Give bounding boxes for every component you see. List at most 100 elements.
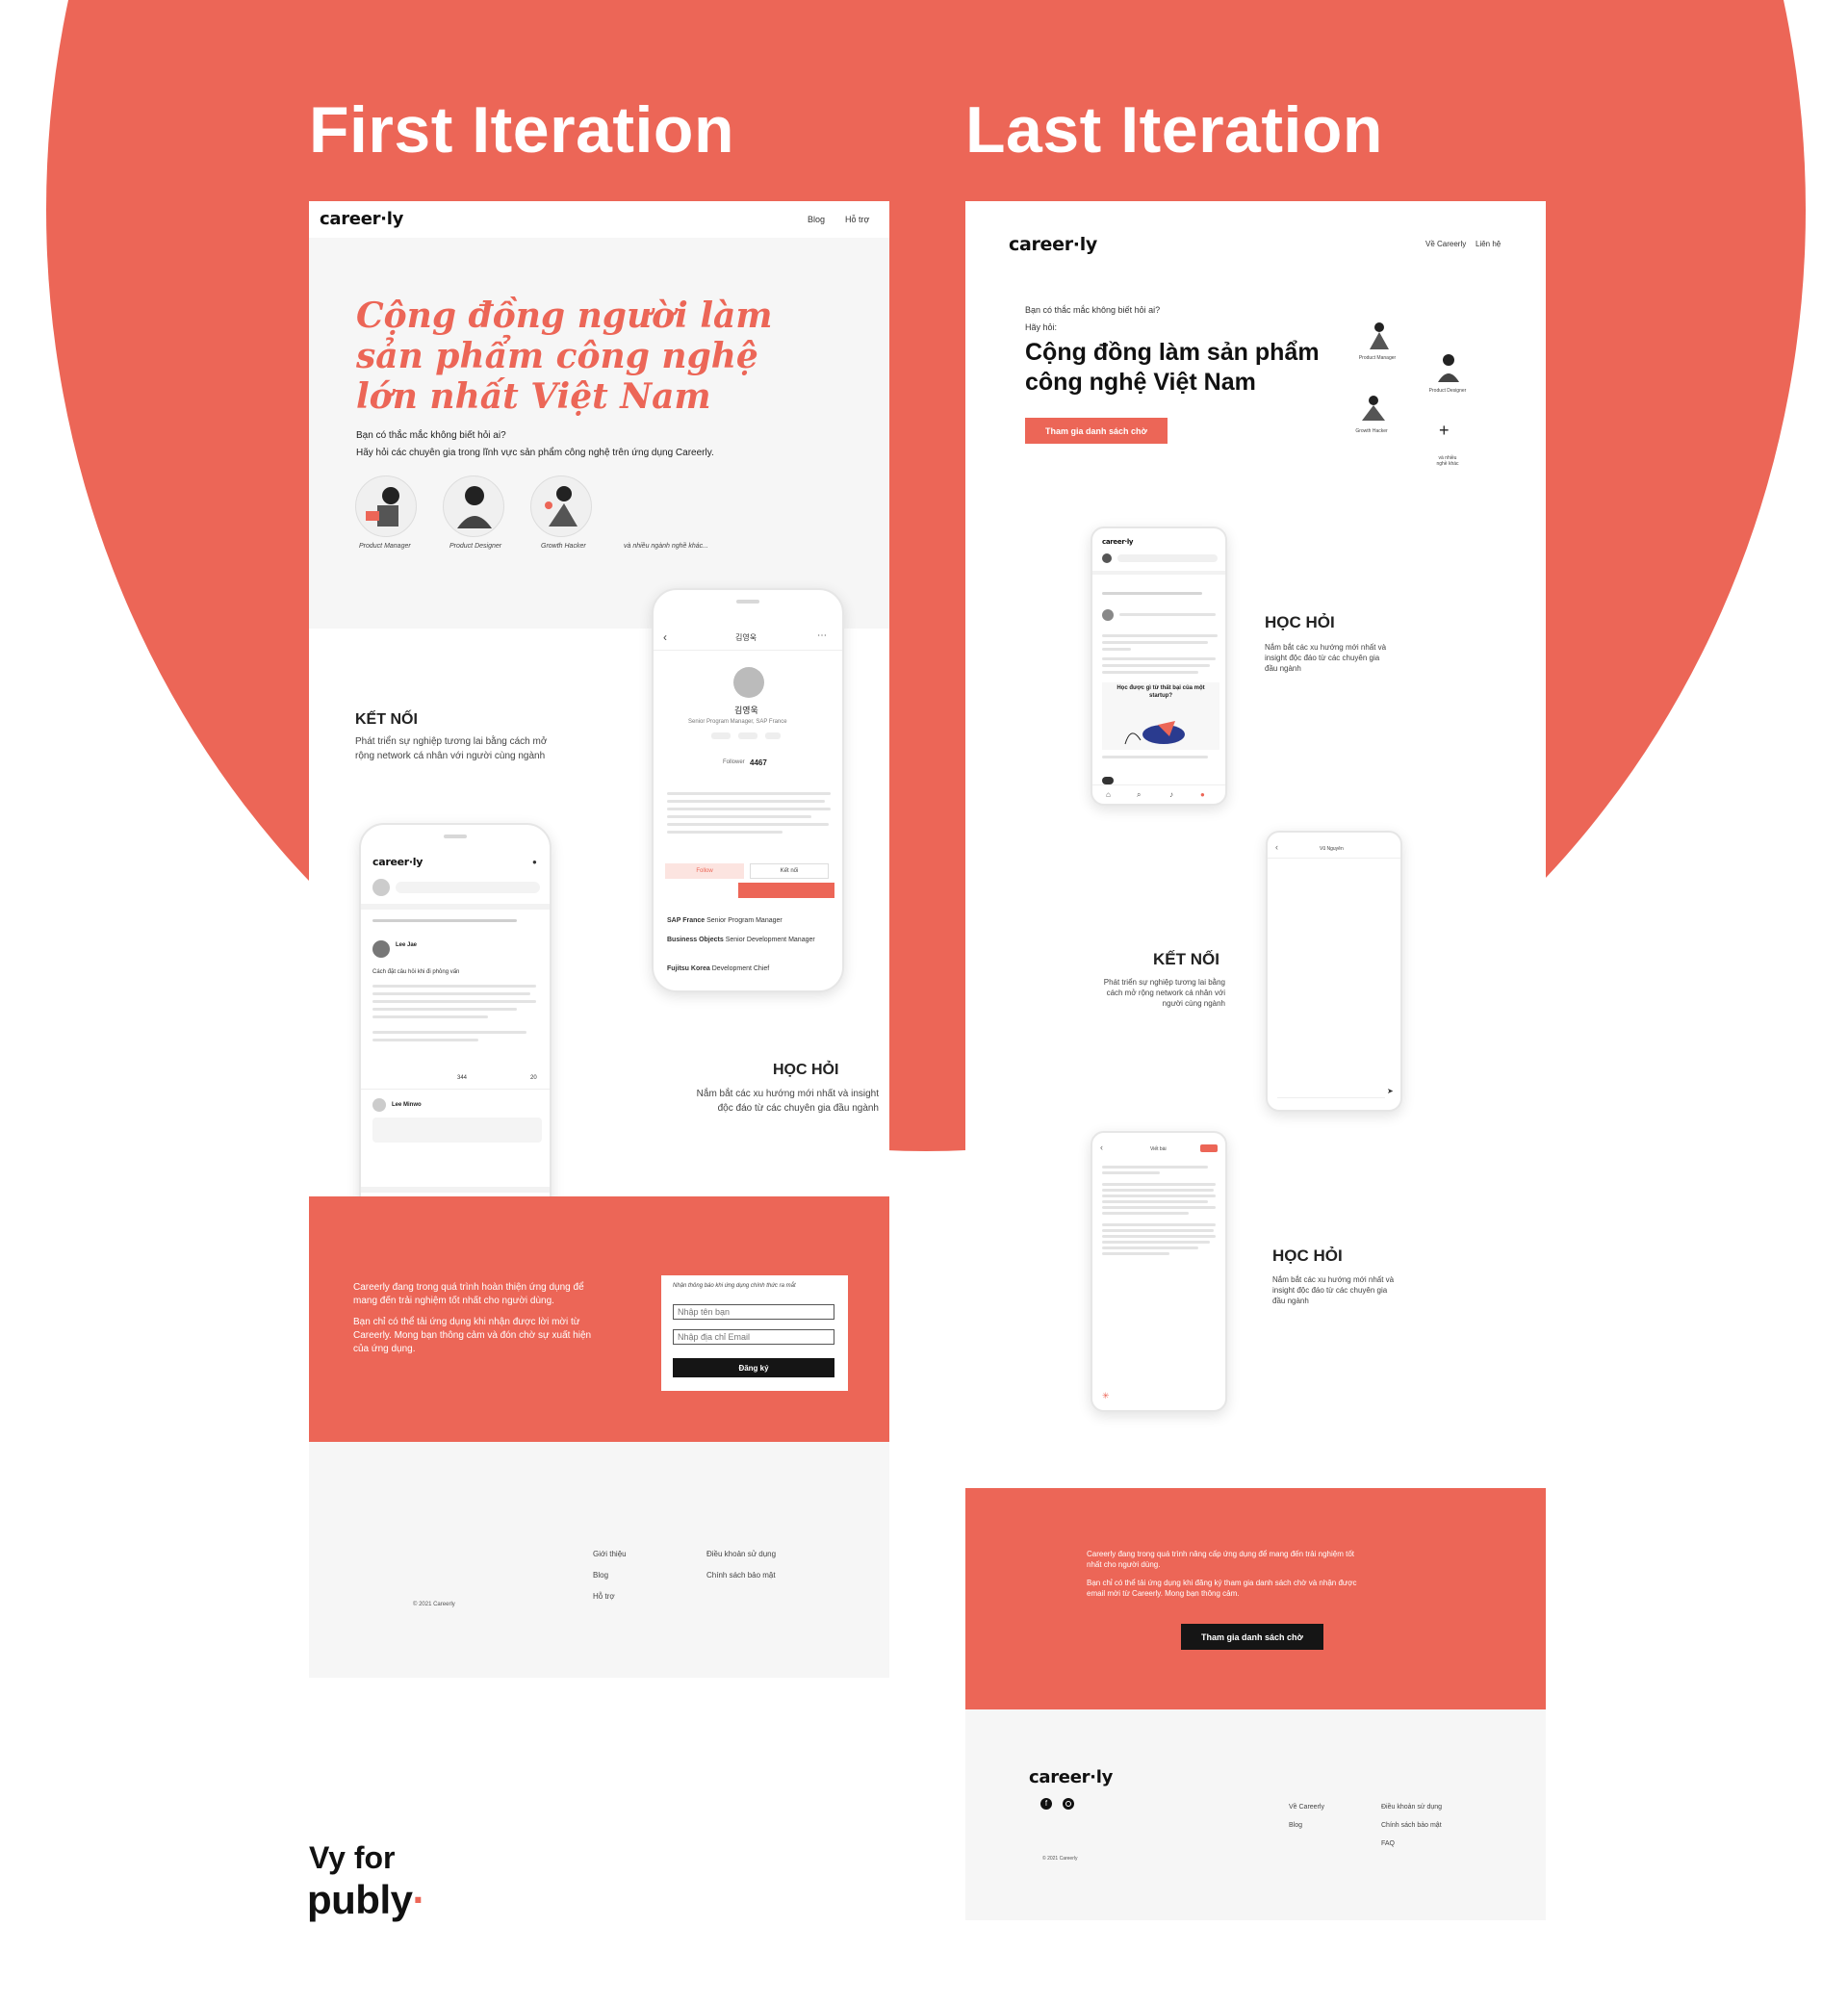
share-icon[interactable]: ⋯ [817,630,827,641]
stat-saves: 20 [530,1075,537,1081]
last-search-icon[interactable]: ⌕ [1137,790,1141,800]
last-feed-phone: career·ly Học được gì từ thất bại của mộ… [1091,527,1227,806]
facebook-icon[interactable]: f [1040,1798,1052,1810]
connect-tooltip [738,883,834,898]
stat-comments: 344 [457,1075,468,1081]
last-iteration-panel: career·ly Về Careerly Liên hệ Bạn có thắ… [965,201,1546,1920]
signup-button[interactable]: Đăng ký [673,1358,834,1377]
last-learn2-text: Nắm bắt các xu hướng mới nhất và insight… [1272,1275,1395,1305]
send-icon[interactable]: ➤ [1387,1087,1394,1095]
profile-name: 김영욱 [734,706,758,715]
experience-2: Business Objects Senior Development Mana… [667,937,815,943]
publy-logo: publy· [307,1877,426,1922]
last-logo[interactable]: career·ly [1009,234,1097,255]
footer-link-support[interactable]: Hỗ trợ [593,1586,627,1607]
feed-avatar [372,879,390,896]
signup-form: Nhận thông báo khi ứng dụng chính thức r… [661,1275,848,1391]
last-connect-text: Phát triển sự nghiệp tương lai bằng cách… [1103,978,1225,1008]
first-nav-blog[interactable]: Blog [808,215,825,224]
credit-line1: Vy for [309,1840,396,1875]
feed-logo: career·ly [372,856,424,868]
footer-link-terms[interactable]: Điều khoản sử dụng [706,1544,776,1565]
last-hero-ask: Hãy hỏi: [1025,322,1058,332]
last-hero-join-button[interactable]: Tham gia danh sách chờ [1025,418,1168,444]
first-iteration-panel: career·ly Blog Hỗ trợ Cộng đồng người là… [309,201,889,1678]
last-role-more: và nhiều nghề khác [1436,455,1459,467]
last-nav-about[interactable]: Về Careerly [1425,240,1466,248]
plus-icon: + [1439,421,1450,440]
form-title: Nhận thông báo khi ứng dụng chính thức r… [673,1283,796,1289]
chat-message-input[interactable] [1277,1089,1385,1098]
last-cta-text2: Bạn chỉ có thể tải ứng dụng khi đăng ký … [1087,1579,1357,1598]
feed-question-input[interactable] [396,882,540,893]
last-role-pm: Product Manager [1358,355,1397,361]
last-role-gh: Growth Hacker [1355,428,1388,434]
last-footer-link-terms[interactable]: Điều khoản sử dụng [1381,1798,1442,1816]
footer-link-blog[interactable]: Blog [593,1565,627,1586]
last-footer-logo: career·ly [1029,1767,1114,1787]
first-header: career·ly Blog Hỗ trợ [309,201,889,238]
experience-3: Fujitsu Korea Development Chief [667,965,770,972]
footer-link-about[interactable]: Giới thiệu [593,1544,627,1565]
first-logo[interactable]: career·ly [320,209,403,229]
write-toolbar-icon[interactable]: ✳ [1102,1391,1110,1401]
connect-button[interactable]: Kết nối [750,863,829,879]
post-submit-button[interactable] [1200,1144,1218,1152]
first-hero-title: Cộng đồng người làm sản phẩm công nghệ l… [356,295,773,417]
role-label-pd: Product Designer [449,543,502,550]
last-write-phone: ‹ Viết bài ✳ [1091,1131,1227,1412]
last-footer-link-privacy[interactable]: Chính sách bảo mật [1381,1816,1442,1835]
role-label-gh: Growth Hacker [541,543,586,550]
last-footer-link-about[interactable]: Về Careerly [1289,1798,1324,1816]
last-learn1-title: HỌC HỎI [1265,613,1335,631]
follow-button[interactable]: Follow [665,863,744,879]
last-footer-col2: Điều khoản sử dụng Chính sách bảo mật FA… [1381,1798,1442,1853]
last-bell-icon[interactable]: ♪ [1169,790,1173,799]
chat-header-name: Vũ Nguyên [1320,846,1344,852]
first-connect-title: KẾT NỐI [355,711,418,728]
comment-bubble [372,1118,542,1143]
experience-1: SAP France Senior Program Manager [667,917,783,924]
first-hero-sub2: Hãy hỏi các chuyên gia trong lĩnh vực sả… [356,448,714,458]
last-cta-join-button[interactable]: Tham gia danh sách chờ [1181,1624,1323,1650]
last-learn2-title: HỌC HỎI [1272,1246,1343,1265]
comment-author: Lee Minwo [392,1102,422,1108]
first-feed-phone: career·ly ● Lee Jae Cách đặt câu hỏi khi… [359,823,552,1235]
role-label-more: và nhiều ngành nghề khác... [624,543,708,550]
footer-link-privacy[interactable]: Chính sách bảo mật [706,1565,776,1586]
first-cta-text1: Careerly đang trong quá trình hoàn thiện… [353,1282,584,1306]
last-home-icon[interactable]: ⌂ [1106,790,1111,799]
first-cta-section: Careerly đang trong quá trình hoàn thiện… [309,1196,889,1442]
last-chat-phone: ‹ Vũ Nguyên ➤ [1266,831,1402,1112]
gh-illustration [1356,392,1389,424]
first-nav-support[interactable]: Hỗ trợ [845,215,869,224]
email-input[interactable] [673,1329,834,1345]
last-hero-title: Cộng đồng làm sản phẩm công nghệ Việt Na… [1025,339,1320,396]
publy-dot-icon: · [412,1877,426,1922]
last-phone1-logo: career·ly [1102,538,1134,546]
last-footer-link-blog[interactable]: Blog [1289,1816,1324,1835]
write-header: Viết bài [1150,1146,1167,1152]
product-designer-illustration [443,475,504,537]
back-chevron-icon[interactable]: ‹ [663,630,667,644]
pm-illustration [1362,319,1395,351]
last-cta-text1: Careerly đang trong quá trình nâng cấp ứ… [1087,1550,1354,1569]
profile-avatar [733,667,764,698]
last-question-input[interactable] [1117,554,1218,562]
name-input[interactable] [673,1304,834,1320]
role-label-pm: Product Manager [359,543,411,550]
last-nav-contact[interactable]: Liên hệ [1476,240,1501,248]
last-footer-col1: Về Careerly Blog [1289,1798,1324,1835]
instagram-icon[interactable] [1063,1798,1074,1810]
last-copyright: © 2021 Careerly [1042,1856,1078,1862]
first-hero: Cộng đồng người làm sản phẩm công nghệ l… [309,238,889,629]
last-footer: career·ly f Về Careerly Blog Điều khoản … [965,1709,1546,1920]
first-footer-col1: Giới thiệu Blog Hỗ trợ [593,1544,627,1607]
write-back-icon[interactable]: ‹ [1100,1143,1103,1152]
chat-icon[interactable]: ● [532,858,537,866]
last-footer-link-faq[interactable]: FAQ [1381,1835,1442,1853]
chat-back-icon[interactable]: ‹ [1275,842,1278,852]
last-learn1-text: Nắm bắt các xu hướng mới nhất và insight… [1265,643,1387,673]
first-iteration-heading: First Iteration [309,93,734,167]
last-profile-icon[interactable]: ● [1200,790,1205,799]
